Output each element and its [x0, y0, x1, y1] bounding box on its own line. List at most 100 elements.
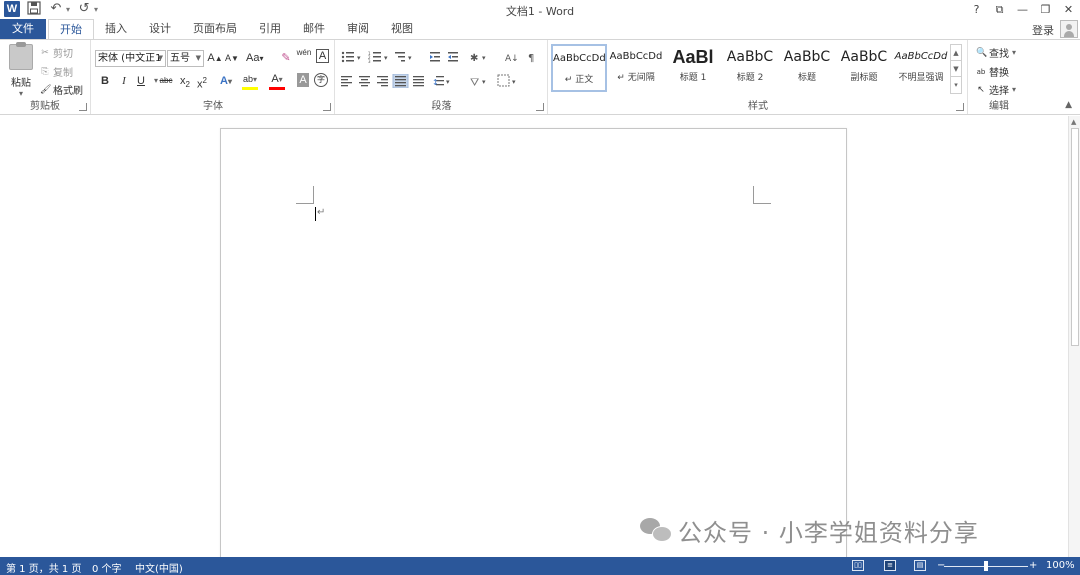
strikethrough-button[interactable]: abc: [158, 72, 174, 90]
watermark: 公众号 · 小李学姐资料分享: [640, 512, 979, 548]
word-count[interactable]: 0 个字: [92, 560, 122, 575]
svg-text:▾: ▾: [408, 54, 412, 62]
language[interactable]: 中文(中国): [135, 560, 183, 575]
styles-group-label: 样式: [748, 101, 768, 112]
underline-button[interactable]: U: [133, 72, 149, 90]
style-normal[interactable]: AaBbCcDd ↵ 正文: [551, 44, 607, 92]
copy-button[interactable]: ⎘ 复制: [40, 64, 73, 80]
style-heading-1[interactable]: AaBl 标题 1: [665, 44, 721, 92]
print-layout-icon[interactable]: ≡: [884, 560, 896, 571]
format-painter-button[interactable]: 🖌 格式刷: [40, 82, 83, 98]
document-area[interactable]: ↵: [0, 116, 1068, 557]
styles-gallery-scroller[interactable]: ▲ ▼ ▾: [950, 44, 962, 94]
font-name-select[interactable]: 宋体 (中文正1 ▼: [95, 50, 166, 67]
superscript-button[interactable]: x2: [194, 72, 210, 91]
pointer-icon: ↖: [977, 84, 985, 95]
zoom-level[interactable]: 100%: [1046, 560, 1075, 571]
find-button[interactable]: 🔍 查找 ▾: [976, 45, 1016, 61]
gallery-up-icon[interactable]: ▲: [951, 45, 961, 61]
sign-in-link[interactable]: 登录: [1032, 22, 1054, 38]
font-size-select[interactable]: 五号 ▼: [167, 50, 204, 67]
brush-icon: 🖌: [40, 84, 52, 95]
svg-text:▾: ▾: [357, 54, 361, 62]
ribbon-display-options-button[interactable]: ⧉: [988, 0, 1011, 19]
help-button[interactable]: ?: [965, 0, 988, 19]
enclose-characters-button[interactable]: 字: [314, 73, 328, 87]
vertical-scrollbar[interactable]: ▲: [1068, 116, 1080, 557]
tab-view[interactable]: 视图: [380, 19, 424, 39]
clipboard-launcher-icon[interactable]: [79, 103, 87, 111]
editing-group-label: 编辑: [989, 101, 1009, 112]
svg-text:¶: ¶: [528, 53, 534, 64]
collapse-ribbon-icon[interactable]: ▲: [1065, 100, 1072, 110]
character-shading-button[interactable]: A: [297, 73, 309, 87]
bold-button[interactable]: B: [97, 72, 113, 90]
tab-layout[interactable]: 页面布局: [182, 19, 248, 39]
svg-text:3: 3: [368, 59, 371, 64]
svg-text:▾: ▾: [512, 78, 516, 86]
paragraph-list-buttons[interactable]: ▾ 123 ▾ ▾ ✱ ▾ A↓ ¶: [340, 50, 540, 64]
clipboard-group: 粘贴 ▾ ✂ 剪切 ⎘ 复制 🖌 格式刷 剪贴板: [0, 40, 91, 114]
scissors-icon: ✂: [41, 47, 49, 58]
style-subtle-emphasis[interactable]: AaBbCcDd 不明显强调: [893, 44, 949, 92]
select-button[interactable]: ↖ 选择 ▾: [976, 82, 1016, 98]
restore-button[interactable]: ❐: [1034, 0, 1057, 19]
tab-file[interactable]: 文件: [0, 19, 46, 39]
clear-formatting-icon[interactable]: ✎: [278, 49, 294, 67]
style-title[interactable]: AaBbC 标题: [779, 44, 835, 92]
text-effects-button[interactable]: A▾: [218, 72, 234, 90]
minimize-button[interactable]: —: [1011, 0, 1034, 19]
scroll-up-icon[interactable]: ▲: [1071, 118, 1076, 126]
wechat-icon: [640, 516, 672, 544]
avatar[interactable]: [1060, 20, 1078, 38]
crop-mark-top-right: [753, 186, 771, 204]
shrink-font-button[interactable]: A▼: [224, 49, 240, 67]
styles-launcher-icon[interactable]: [956, 103, 964, 111]
crop-mark-top-left: [296, 186, 314, 204]
style-subtitle[interactable]: AaBbC 副标题: [836, 44, 892, 92]
font-launcher-icon[interactable]: [323, 103, 331, 111]
grow-font-button[interactable]: A▲: [207, 49, 223, 67]
tab-references[interactable]: 引用: [248, 19, 292, 39]
style-heading-2[interactable]: AaBbC 标题 2: [722, 44, 778, 92]
zoom-slider-thumb[interactable]: [984, 561, 988, 571]
change-case-button[interactable]: Aa▾: [246, 49, 263, 67]
gallery-more-icon[interactable]: ▾: [951, 77, 961, 93]
subscript-button[interactable]: x2: [177, 72, 193, 90]
cut-button[interactable]: ✂ 剪切: [40, 45, 73, 61]
chevron-down-icon: ▼: [195, 54, 201, 62]
highlight-button[interactable]: ab▾: [242, 72, 258, 90]
watermark-text: 公众号 · 小李学姐资料分享: [678, 518, 979, 547]
read-mode-icon[interactable]: ▯▯: [852, 560, 864, 571]
document-page[interactable]: ↵: [220, 128, 847, 557]
paste-button[interactable]: 粘贴 ▾: [6, 42, 36, 98]
text-cursor: [315, 207, 316, 221]
paste-label: 粘贴: [11, 78, 31, 89]
styles-gallery: AaBbCcDd ↵ 正文 AaBbCcDd ↵ 无间隔 AaBl 标题 1 A…: [551, 44, 947, 96]
tab-review[interactable]: 审阅: [336, 19, 380, 39]
tab-mailings[interactable]: 邮件: [292, 19, 336, 39]
scroll-thumb[interactable]: [1071, 128, 1079, 346]
phonetic-guide-button[interactable]: wén: [296, 48, 312, 66]
chevron-down-icon: ▼: [157, 54, 163, 62]
tab-design[interactable]: 设计: [138, 19, 182, 39]
window-title: 文档1 - Word: [505, 5, 575, 18]
style-no-spacing[interactable]: AaBbCcDd ↵ 无间隔: [608, 44, 664, 92]
web-layout-icon[interactable]: ▤: [914, 560, 926, 571]
tab-home[interactable]: 开始: [48, 19, 94, 40]
svg-text:↕: ↕: [432, 78, 439, 87]
zoom-in-button[interactable]: +: [1029, 560, 1037, 571]
close-button[interactable]: ✕: [1057, 0, 1080, 19]
gallery-down-icon[interactable]: ▼: [951, 61, 961, 77]
paragraph-launcher-icon[interactable]: [536, 103, 544, 111]
character-border-button[interactable]: A: [316, 49, 329, 63]
italic-button[interactable]: I: [116, 72, 132, 90]
page-count[interactable]: 第 1 页，共 1 页: [6, 560, 81, 575]
svg-text:✱: ✱: [470, 53, 478, 64]
replace-button[interactable]: ab 替换: [976, 64, 1009, 80]
paragraph-group: ▾ 123 ▾ ▾ ✱ ▾ A↓ ¶ ↕ ▾ ⛛ ▾ ▾ 段落: [336, 40, 548, 114]
paragraph-align-buttons[interactable]: ↕ ▾ ⛛ ▾ ▾: [340, 74, 540, 88]
font-group-label: 字体: [203, 101, 223, 112]
tab-insert[interactable]: 插入: [94, 19, 138, 39]
font-color-button[interactable]: A▾: [269, 72, 285, 90]
